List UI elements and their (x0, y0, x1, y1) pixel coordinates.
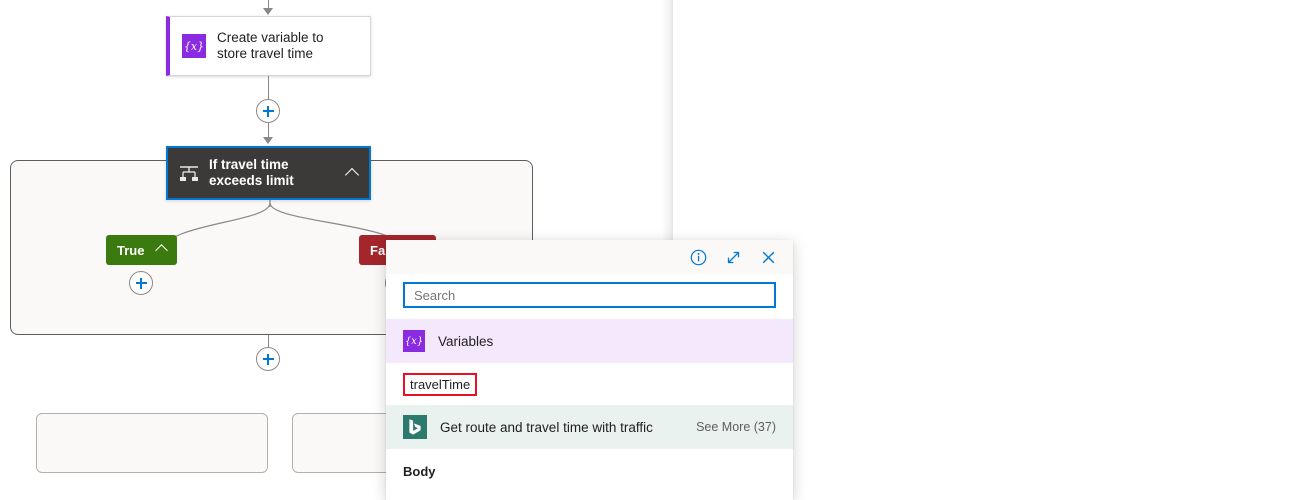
node-create-variable[interactable]: {x} Create variable to store travel time (166, 16, 371, 76)
node-condition[interactable]: If travel time exceeds limit (166, 146, 371, 200)
true-branch-dropzone[interactable] (36, 413, 268, 473)
variables-icon: {x} (182, 34, 206, 58)
dynamic-content-flyout: {x} Variables travelTime Get route and t… (386, 240, 793, 500)
node-condition-label: If travel time exceeds limit (209, 157, 329, 189)
add-step-button-true[interactable] (129, 271, 153, 295)
flyout-section-variables[interactable]: {x} Variables (386, 319, 793, 363)
info-icon[interactable] (690, 249, 707, 266)
flyout-search-container (386, 274, 793, 319)
connector-arrow-top (263, 8, 273, 15)
chevron-up-icon (345, 168, 359, 182)
close-icon[interactable] (760, 249, 777, 266)
search-input[interactable] (403, 282, 776, 308)
connector-line-2 (268, 123, 269, 138)
chevron-up-icon (156, 244, 169, 257)
flyout-item-traveltime[interactable]: travelTime (386, 363, 793, 405)
flyout-section-variables-label: Variables (438, 334, 493, 349)
expand-icon[interactable] (725, 249, 742, 266)
flyout-item-traveltime-label: travelTime (403, 373, 477, 396)
flyout-header (386, 240, 793, 274)
condition-icon (178, 162, 200, 184)
flyout-item-body[interactable]: Body (386, 449, 793, 493)
add-step-button-after-scope[interactable] (256, 347, 280, 371)
variables-icon: {x} (403, 330, 425, 352)
flyout-item-body-label: Body (403, 464, 436, 479)
see-more-link[interactable]: See More (37) (696, 420, 776, 434)
add-step-button-1[interactable] (256, 99, 280, 123)
branch-label-true[interactable]: True (106, 235, 177, 265)
branch-label-true-text: True (117, 243, 144, 258)
bing-maps-icon (403, 415, 427, 439)
flyout-section-get-route-label: Get route and travel time with traffic (440, 420, 653, 435)
connector-arrow-1 (263, 137, 273, 144)
node-create-variable-label: Create variable to store travel time (217, 30, 352, 62)
flyout-section-get-route[interactable]: Get route and travel time with traffic S… (386, 405, 793, 449)
